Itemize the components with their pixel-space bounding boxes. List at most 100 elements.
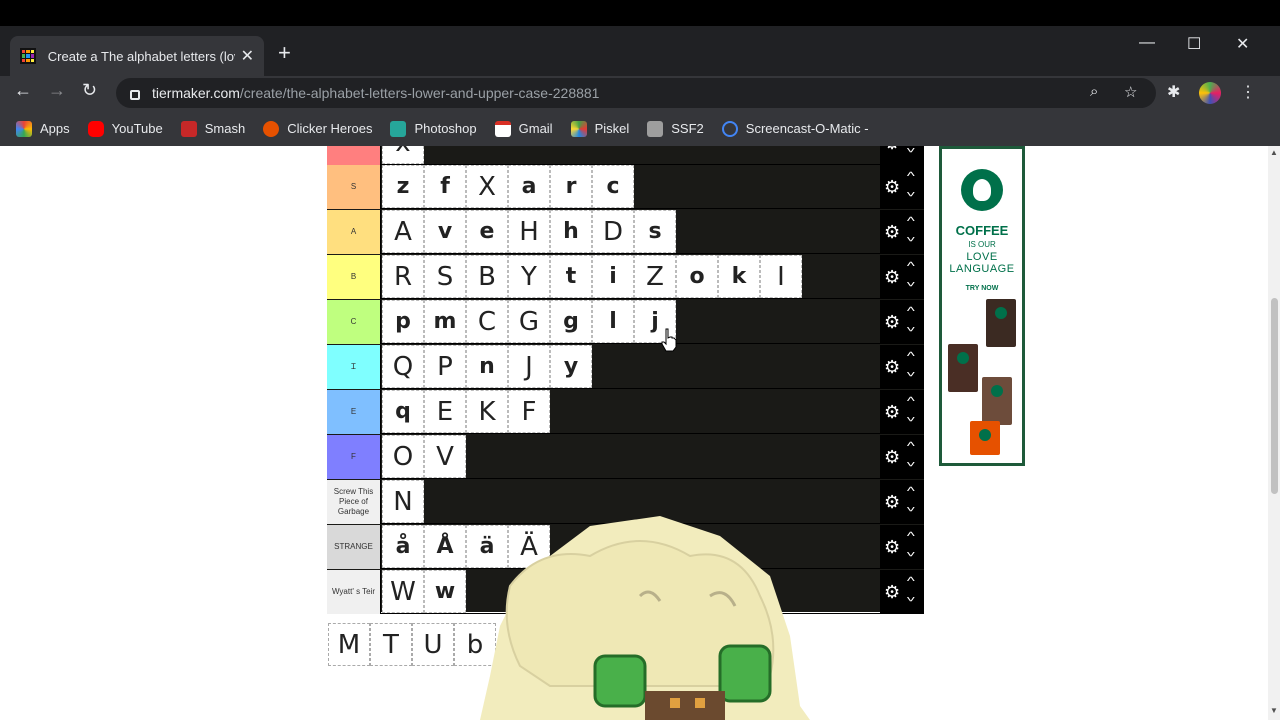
new-tab-button[interactable]: + — [278, 40, 291, 66]
maximize-button[interactable]: ☐ — [1187, 34, 1201, 54]
gear-icon[interactable]: ⚙ — [884, 177, 900, 198]
letter-tile[interactable]: Z — [634, 255, 676, 298]
letter-tile[interactable]: e — [466, 210, 508, 253]
gear-icon[interactable]: ⚙ — [884, 312, 900, 333]
move-down-icon[interactable]: ^ — [907, 410, 915, 424]
tier-label[interactable]: STRANGE — [327, 525, 381, 569]
move-up-icon[interactable]: ^ — [907, 169, 915, 183]
letter-tile[interactable]: D — [592, 210, 634, 253]
move-up-icon[interactable]: ^ — [907, 484, 915, 498]
bookmark-youtube[interactable]: YouTube — [87, 120, 163, 137]
letter-tile[interactable]: Y — [508, 255, 550, 298]
letter-tile[interactable]: a — [508, 165, 550, 208]
move-up-icon[interactable]: ^ — [907, 439, 915, 453]
move-down-icon[interactable]: ^ — [907, 365, 915, 379]
letter-tile[interactable]: K — [466, 390, 508, 433]
tier-label[interactable]: C — [327, 300, 381, 344]
bookmark-clicker-heroes[interactable]: Clicker Heroes — [263, 120, 372, 137]
menu-icon[interactable]: ⋮ — [1240, 82, 1256, 102]
letter-tile[interactable]: c — [592, 165, 634, 208]
letter-tile[interactable]: y — [550, 345, 592, 388]
tab-close-icon[interactable]: ✕ — [241, 46, 254, 66]
move-down-icon[interactable]: ^ — [907, 590, 915, 604]
tier-label[interactable]: Screw This Piece of Garbage — [327, 480, 381, 524]
move-down-icon[interactable]: ^ — [907, 320, 915, 334]
letter-tile[interactable]: q — [382, 390, 424, 433]
gear-icon[interactable]: ⚙ — [884, 222, 900, 243]
letter-tile[interactable]: s — [634, 210, 676, 253]
starbucks-ad[interactable]: COFFEE IS OUR LOVE LANGUAGE TRY NOW — [939, 146, 1025, 466]
letter-tile[interactable]: g — [550, 300, 592, 343]
move-up-icon[interactable]: ^ — [907, 259, 915, 273]
tier-label[interactable]: Wyatt' s Teir — [327, 570, 381, 614]
letter-tile[interactable]: W — [382, 570, 424, 613]
letter-tile[interactable]: U — [412, 623, 454, 666]
letter-tile[interactable]: k — [718, 255, 760, 298]
letter-tile[interactable]: v — [424, 210, 466, 253]
address-bar[interactable]: tiermaker.com/create/the-alphabet-letter… — [116, 78, 1156, 108]
letter-tile[interactable]: M — [328, 623, 370, 666]
letter-tile[interactable]: x — [382, 146, 424, 164]
letter-tile[interactable]: p — [382, 300, 424, 343]
gear-icon[interactable]: ⚙ — [884, 537, 900, 558]
ad-cta[interactable]: TRY NOW — [942, 285, 1022, 292]
letter-tile[interactable]: t — [550, 255, 592, 298]
letter-tile[interactable]: w — [424, 570, 466, 613]
letter-tile[interactable]: m — [424, 300, 466, 343]
letter-tile[interactable]: G — [508, 300, 550, 343]
letter-tile[interactable]: h — [550, 210, 592, 253]
letter-tile[interactable]: z — [382, 165, 424, 208]
tier-label[interactable]: Ɪ — [327, 345, 381, 389]
letter-tile[interactable]: T — [370, 623, 412, 666]
move-down-icon[interactable]: ^ — [907, 455, 915, 469]
bookmark-apps[interactable]: Apps — [16, 120, 70, 137]
letter-tile[interactable]: A — [382, 210, 424, 253]
move-down-icon[interactable]: ^ — [907, 146, 915, 155]
close-window-button[interactable]: ✕ — [1236, 34, 1249, 54]
gear-icon[interactable]: ⚙ — [884, 357, 900, 378]
tier-label[interactable]: A — [327, 210, 381, 254]
tier-label[interactable]: B — [327, 255, 381, 299]
letter-tile[interactable]: B — [466, 255, 508, 298]
letter-tile[interactable]: J — [508, 345, 550, 388]
bookmark-ssf2[interactable]: SSF2 — [647, 120, 704, 137]
move-down-icon[interactable]: ^ — [907, 545, 915, 559]
letter-tile[interactable]: V — [424, 435, 466, 478]
letter-tile[interactable]: P — [424, 345, 466, 388]
tier-label[interactable]: E — [327, 390, 381, 434]
forward-button[interactable]: → — [48, 80, 66, 101]
tier-label[interactable] — [327, 146, 381, 165]
gear-icon[interactable]: ⚙ — [884, 582, 900, 603]
move-down-icon[interactable]: ^ — [907, 230, 915, 244]
move-up-icon[interactable]: ^ — [907, 394, 915, 408]
move-down-icon[interactable]: ^ — [907, 500, 915, 514]
scrollbar-thumb[interactable] — [1271, 298, 1278, 494]
move-up-icon[interactable]: ^ — [907, 349, 915, 363]
move-down-icon[interactable]: ^ — [907, 275, 915, 289]
letter-tile[interactable]: å — [382, 525, 424, 568]
letter-tile[interactable]: r — [550, 165, 592, 208]
zoom-icon[interactable]: ⌕ — [1090, 83, 1098, 100]
letter-tile[interactable]: E — [424, 390, 466, 433]
move-up-icon[interactable]: ^ — [907, 304, 915, 318]
bookmark-screencast[interactable]: Screencast-O-Matic - — [721, 120, 869, 137]
back-button[interactable]: ← — [14, 80, 32, 101]
gear-icon[interactable]: ⚙ — [884, 146, 900, 154]
reload-button[interactable]: ↻ — [82, 80, 97, 101]
letter-tile[interactable]: i — [592, 255, 634, 298]
scroll-down-icon[interactable]: ▼ — [1270, 706, 1278, 715]
letter-tile[interactable]: S — [424, 255, 466, 298]
bookmark-piskel[interactable]: Piskel — [570, 120, 629, 137]
move-down-icon[interactable]: ^ — [907, 185, 915, 199]
letter-tile[interactable]: H — [508, 210, 550, 253]
letter-tile[interactable]: O — [382, 435, 424, 478]
bookmark-photoshop[interactable]: Photoshop — [390, 120, 477, 137]
letter-tile[interactable]: N — [382, 480, 424, 523]
scroll-up-icon[interactable]: ▲ — [1270, 148, 1278, 157]
profile-avatar[interactable] — [1199, 82, 1221, 104]
minimize-button[interactable]: — — [1139, 34, 1155, 52]
bookmark-smash[interactable]: Smash — [180, 120, 245, 137]
tier-label[interactable]: S — [327, 165, 381, 209]
letter-tile[interactable]: Q — [382, 345, 424, 388]
gear-icon[interactable]: ⚙ — [884, 492, 900, 513]
